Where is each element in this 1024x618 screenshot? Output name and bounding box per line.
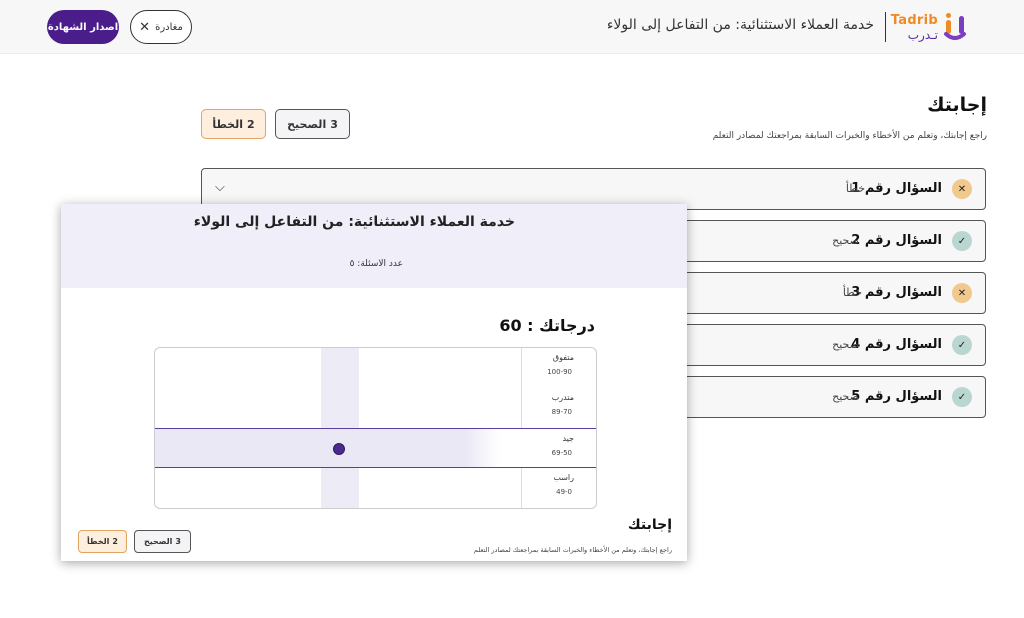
grade-name: متفوق xyxy=(552,353,574,362)
exit-label: مغادرة xyxy=(155,21,183,33)
correct-count-filter[interactable]: الصحيح 3 xyxy=(275,109,350,139)
question-label: السؤال رقم 3 xyxy=(851,285,942,300)
question-status: خطأ xyxy=(842,286,862,299)
correct-label: الصحيح xyxy=(143,537,173,546)
wrong-icon: ✕ xyxy=(952,283,972,303)
logo-latin: Tadrib xyxy=(890,13,938,28)
grade-scale: متفوق 100-90 متدرب 89-70 جيد 69-50 راسب … xyxy=(154,347,597,509)
grade-range: 49-0 xyxy=(556,488,572,496)
question-label: السؤال رقم 4 xyxy=(851,337,942,352)
question-count: عدد الاسئلة: ٥ xyxy=(349,259,403,269)
chevron-down-icon[interactable]: ⌵ xyxy=(215,180,225,195)
preview-answers-title: إجابتك xyxy=(627,517,672,533)
grade-name: جيد xyxy=(562,434,574,443)
certificate-preview: خدمة العملاء الاستثنائية: من التفاعل إلى… xyxy=(61,204,687,561)
answers-subtitle: راجع إجابتك، وتعلم من الأخطاء والخبرات ا… xyxy=(712,131,987,141)
wrong-label: الخطأ xyxy=(212,117,244,131)
tadrib-logo[interactable]: Tadrib تـدرب xyxy=(890,12,968,43)
preview-header: خدمة العملاء الاستثنائية: من التفاعل إلى… xyxy=(61,204,687,288)
preview-wrong-count: الخطأ 2 xyxy=(78,530,127,553)
wrong-count: 2 xyxy=(112,537,118,546)
wrong-label: الخطأ xyxy=(87,537,110,546)
question-status: صحيح xyxy=(832,338,859,351)
score-text: درجاتك : 60 xyxy=(499,316,595,335)
top-bar: Tadrib تـدرب خدمة العملاء الاستثنائية: م… xyxy=(0,0,1024,54)
grade-row-excellent: متفوق 100-90 xyxy=(155,348,596,388)
score-marker xyxy=(333,443,345,455)
grade-range: 100-90 xyxy=(547,368,572,376)
correct-count: 3 xyxy=(175,537,181,546)
grade-row-fail: راسب 49-0 xyxy=(155,468,596,508)
grade-row-good: جيد 69-50 xyxy=(155,428,596,468)
grade-range: 89-70 xyxy=(551,408,572,416)
logo-wordmark: Tadrib تـدرب xyxy=(890,13,938,43)
wrong-count-filter[interactable]: الخطأ 2 xyxy=(201,109,266,139)
wrong-icon: ✕ xyxy=(952,179,972,199)
preview-title: خدمة العملاء الاستثنائية: من التفاعل إلى… xyxy=(193,214,515,230)
question-status: صحيح xyxy=(832,234,859,247)
exit-button[interactable]: ✕ مغادرة xyxy=(130,10,192,44)
question-label: السؤال رقم 2 xyxy=(851,233,942,248)
check-icon: ✓ xyxy=(952,231,972,251)
grade-name: متدرب xyxy=(551,393,574,402)
grade-name: راسب xyxy=(553,473,574,482)
logo-arabic: تـدرب xyxy=(907,28,938,42)
grade-range: 69-50 xyxy=(551,449,572,457)
grade-row-trainee: متدرب 89-70 xyxy=(155,388,596,428)
close-icon: ✕ xyxy=(139,19,151,35)
question-status: صحيح xyxy=(832,390,859,403)
preview-answers-subtitle: راجع إجابتك، وتعلم من الأخطاء والخبرات ا… xyxy=(473,546,672,554)
course-title: خدمة العملاء الاستثنائية: من التفاعل إلى… xyxy=(606,17,874,33)
check-icon: ✓ xyxy=(952,335,972,355)
correct-label: الصحيح xyxy=(287,117,327,131)
wrong-count: 2 xyxy=(247,117,255,131)
issue-certificate-button[interactable]: اصدار الشهادة xyxy=(47,10,119,44)
preview-correct-count: الصحيح 3 xyxy=(134,530,191,553)
answers-title: إجابتك xyxy=(927,94,987,116)
correct-count: 3 xyxy=(330,117,338,131)
check-icon: ✓ xyxy=(952,387,972,407)
header-divider xyxy=(885,12,886,42)
question-label: السؤال رقم 5 xyxy=(851,389,942,404)
question-status: خطأ xyxy=(845,182,865,195)
tadrib-logo-icon xyxy=(944,13,966,40)
